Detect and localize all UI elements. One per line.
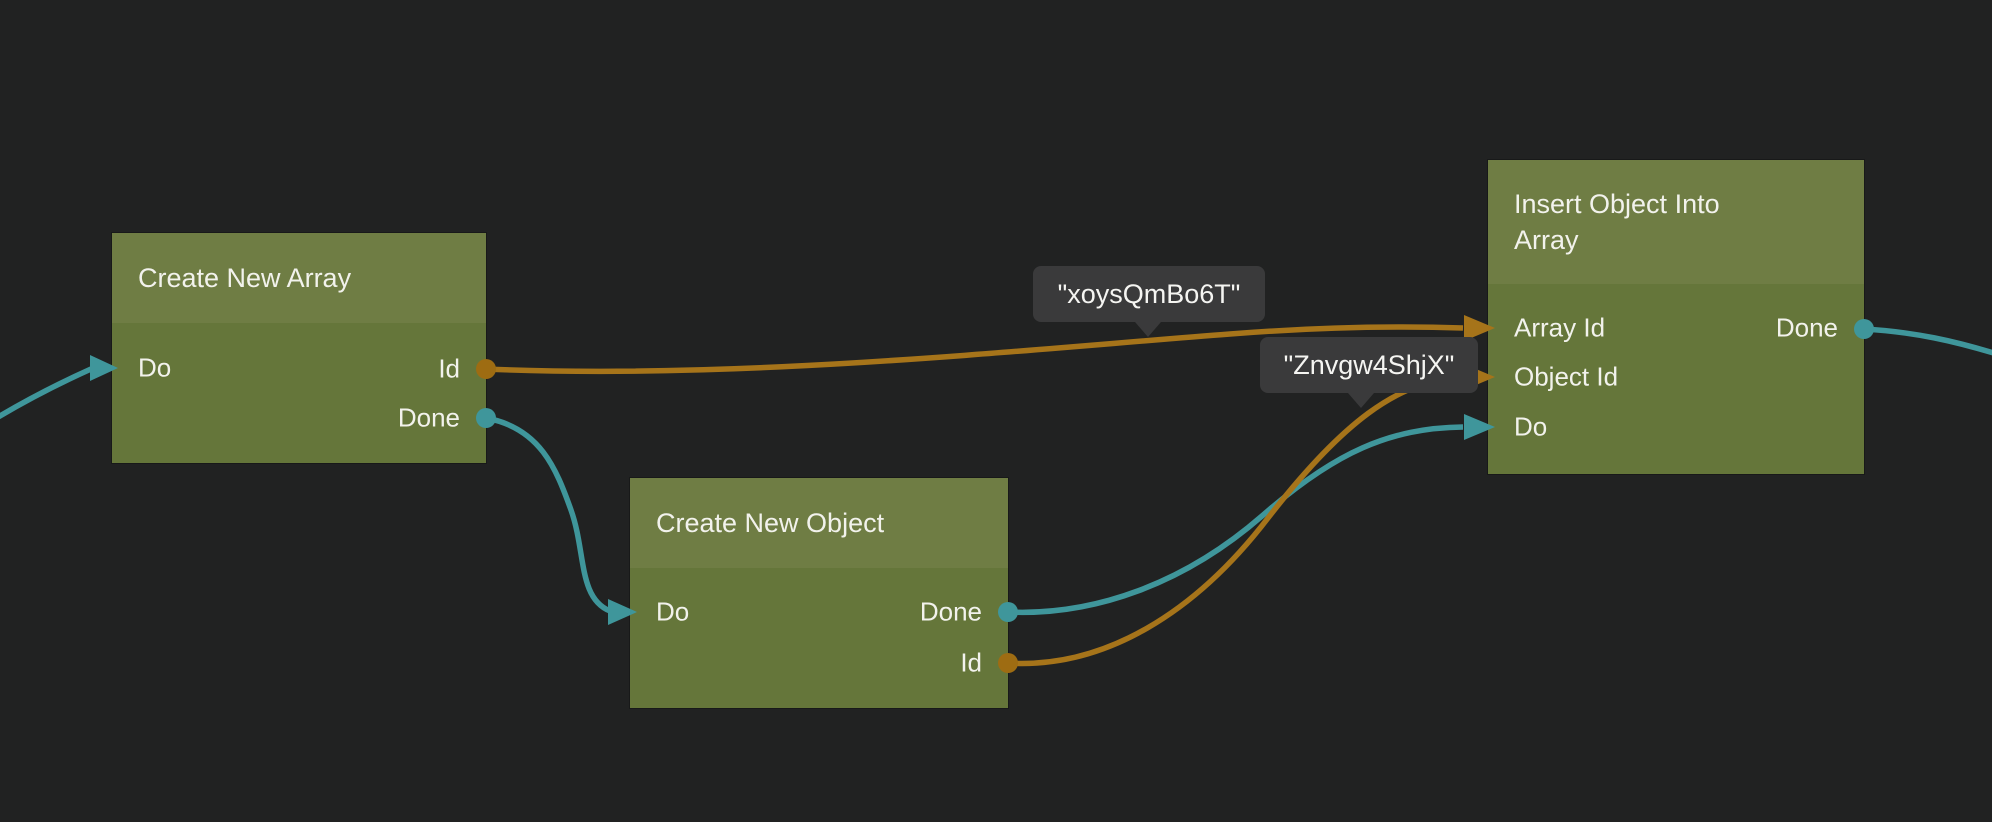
port-label-do: Do [656, 597, 689, 628]
node-body: Do Done Id [630, 568, 1008, 708]
port-label-done: Done [398, 403, 460, 434]
node-create-new-object[interactable]: Create New Object Do Done Id [630, 478, 1008, 708]
connection-value-bubble[interactable]: "xoysQmBo6T" [1033, 266, 1265, 322]
port-label-id: Id [960, 648, 982, 679]
node-body: Array Id Object Id Do Done [1488, 284, 1864, 474]
port-label-do: Do [138, 353, 171, 384]
port-label-id: Id [438, 354, 460, 385]
port-label-object-id: Object Id [1514, 362, 1618, 393]
port-label-array-id: Array Id [1514, 313, 1605, 344]
wire-exec-object-done-to-insert-do[interactable] [1008, 427, 1463, 612]
node-header[interactable]: Create New Array [112, 233, 486, 323]
node-create-new-array[interactable]: Create New Array Do Id Done [112, 233, 486, 463]
connection-value-bubble[interactable]: "Znvgw4ShjX" [1260, 337, 1478, 393]
node-header[interactable]: Insert Object Into Array [1488, 160, 1864, 284]
node-body: Do Id Done [112, 323, 486, 463]
node-title: Insert Object Into Array [1514, 186, 1774, 259]
node-header[interactable]: Create New Object [630, 478, 1008, 568]
node-title: Create New Object [656, 508, 884, 539]
node-insert-object-into-array[interactable]: Insert Object Into Array Array Id Object… [1488, 160, 1864, 474]
port-label-done: Done [1776, 313, 1838, 344]
connection-value-text: "xoysQmBo6T" [1058, 279, 1241, 310]
wire-data-object-id[interactable] [1008, 377, 1463, 663]
wire-exec-array-done-to-object-do[interactable] [486, 418, 610, 611]
node-graph-canvas[interactable]: Create New Array Do Id Done Create New O… [0, 0, 1992, 822]
port-label-done: Done [920, 597, 982, 628]
wire-exec-insert-done-out[interactable] [1864, 329, 1992, 355]
wire-exec-into-create-array-do[interactable] [0, 369, 91, 428]
node-title: Create New Array [138, 263, 351, 294]
port-label-do: Do [1514, 412, 1547, 443]
connection-value-text: "Znvgw4ShjX" [1284, 350, 1455, 381]
